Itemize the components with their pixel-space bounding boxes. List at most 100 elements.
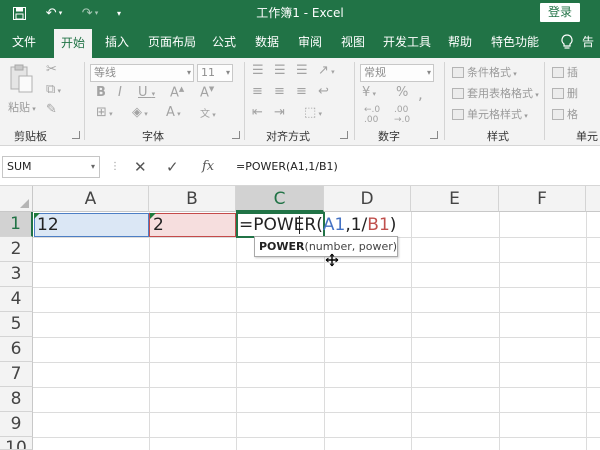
tab-developer[interactable]: 开发工具 [383,26,431,58]
font-color-icon[interactable]: A ▾ [166,105,181,120]
tab-view[interactable]: 视图 [341,26,365,58]
tab-review[interactable]: 审阅 [298,26,322,58]
copy-icon[interactable]: ⧉ ▾ [46,82,61,97]
conditional-format-button[interactable]: 条件格式 ▾ [452,64,517,80]
format-as-table-button[interactable]: 套用表格格式 ▾ [452,85,539,101]
paste-button[interactable]: 粘贴 ▾ [8,64,38,120]
format-cells-button[interactable]: 格 [552,106,578,122]
decrease-decimal-icon[interactable]: .00 →.0 [394,105,410,125]
spreadsheet-grid: A B C D E F 1 2 3 4 5 6 7 8 9 10 12 2 =P… [0,186,600,450]
tab-data[interactable]: 数据 [255,26,279,58]
number-launcher-icon[interactable] [430,131,438,139]
formula-ref-a1: A1 [322,215,346,235]
orientation-icon[interactable]: ↗ ▾ [318,63,335,78]
undo-icon[interactable]: ↶ ▾ [40,0,68,26]
lightbulb-icon[interactable] [560,26,574,58]
paste-icon [10,64,33,93]
tab-insert[interactable]: 插入 [105,26,129,58]
column-header-a[interactable]: A [33,186,149,212]
row-header-9[interactable]: 9 [0,412,33,437]
underline-icon[interactable]: U ▾ [138,85,155,100]
cell-styles-button[interactable]: 单元格样式 ▾ [452,106,528,122]
decrease-indent-icon[interactable]: ⇤ [252,105,263,120]
fill-color-icon[interactable]: ◈ ▾ [132,105,148,120]
align-middle-icon[interactable]: ☰ [274,63,286,78]
row-header-8[interactable]: 8 [0,387,33,412]
format-painter-icon[interactable]: ✎ [46,102,57,117]
font-name-combo[interactable]: 等线 ▾ [90,64,194,82]
phonetic-icon[interactable]: 文 ▾ [200,105,216,120]
row-header-2[interactable]: 2 [0,237,33,262]
align-top-icon[interactable]: ☰ [252,63,264,78]
clipboard-launcher-icon[interactable] [72,131,80,139]
align-left-icon[interactable]: ≡ [252,84,263,99]
tell-me-label[interactable]: 告 [582,26,594,58]
align-center-icon[interactable]: ≡ [274,84,285,99]
currency-icon[interactable]: ¥ ▾ [362,85,376,100]
comma-style-icon[interactable]: , [418,85,423,103]
column-header-e[interactable]: E [411,186,499,212]
clipboard-group-label: 剪贴板 [14,130,47,143]
merge-center-icon[interactable]: ⬚ ▾ [304,105,322,120]
increase-indent-icon[interactable]: ⇥ [274,105,285,120]
cell-a1-value: 12 [37,215,59,235]
bold-icon[interactable]: B [96,85,106,100]
tab-page-layout[interactable]: 页面布局 [148,26,196,58]
delete-cells-button[interactable]: 删 [552,85,578,101]
cancel-icon[interactable]: ✕ [134,156,147,178]
row-header-6[interactable]: 6 [0,337,33,362]
customize-quick-access-icon[interactable]: ▾ [112,0,126,26]
decrease-font-icon[interactable]: A▼ [200,85,214,100]
formula-ref-b1: B1 [367,215,390,235]
name-box-dropdown-icon[interactable]: ▾ [91,157,95,177]
increase-decimal-icon[interactable]: ←.0.00 [364,105,380,125]
column-header-b[interactable]: B [149,186,236,212]
number-format-combo[interactable]: 常规 ▾ [360,64,434,82]
select-all-button[interactable] [0,186,33,212]
italic-icon[interactable]: I [118,85,122,100]
column-header-c[interactable]: C [236,186,324,212]
increase-font-icon[interactable]: A▲ [170,85,184,100]
enter-icon[interactable]: ✓ [166,156,179,178]
tab-formulas[interactable]: 公式 [212,26,236,58]
alignment-launcher-icon[interactable] [340,131,348,139]
cut-icon[interactable]: ✂ [46,62,57,77]
number-group-label: 数字 [378,130,400,143]
font-launcher-icon[interactable] [232,131,240,139]
row-header-10[interactable]: 10 [0,437,33,450]
name-box[interactable]: SUM ▾ [2,156,100,178]
cell-c1-formula[interactable]: =POWER(A1,1/B1) [236,213,396,237]
column-header-g[interactable] [586,186,600,212]
tab-home[interactable]: 开始 [54,29,93,58]
row-header-1[interactable]: 1 [0,212,33,237]
title-bar: ↶ ▾ ↷ ▾ ▾ 工作簿1 - Excel 登录 [0,0,600,26]
align-right-icon[interactable]: ≡ [296,84,307,99]
alignment-group-label: 对齐方式 [266,130,310,143]
wrap-text-icon[interactable]: ↩ [318,84,329,99]
row-header-4[interactable]: 4 [0,287,33,312]
formula-bar-handle-icon[interactable]: ⋮ [110,156,120,178]
save-icon[interactable] [8,0,30,26]
column-header-d[interactable]: D [324,186,411,212]
border-icon[interactable]: ⊞ ▾ [96,105,113,120]
insert-function-icon[interactable]: fx [202,156,214,178]
font-size-combo[interactable]: 11 ▾ [197,64,233,82]
redo-icon[interactable]: ↷ ▾ [76,0,104,26]
tab-features[interactable]: 特色功能 [491,26,539,58]
row-header-3[interactable]: 3 [0,262,33,287]
row-header-7[interactable]: 7 [0,362,33,387]
tab-file[interactable]: 文件 [12,26,36,58]
column-header-f[interactable]: F [499,186,586,212]
ribbon: 粘贴 ▾ ✂ ⧉ ▾ ✎ 剪贴板 等线 ▾ 11 ▾ B I U ▾ A▲ A▼ ⊞… [0,58,600,146]
align-bottom-icon[interactable]: ☰ [296,63,308,78]
tab-help[interactable]: 帮助 [448,26,472,58]
row-header-5[interactable]: 5 [0,312,33,337]
formula-input[interactable]: =POWER(A1,1/B1) [232,156,598,178]
ribbon-tabs: 文件 开始 插入 页面布局 公式 数据 审阅 视图 开发工具 帮助 特色功能 告 [0,26,600,58]
function-tooltip-name: POWER [259,240,305,253]
insert-cells-button[interactable]: 插 [552,64,578,80]
login-button[interactable]: 登录 [540,3,580,22]
percent-icon[interactable]: % [396,85,408,100]
delete-cells-icon [552,88,564,99]
conditional-format-icon [452,67,464,78]
